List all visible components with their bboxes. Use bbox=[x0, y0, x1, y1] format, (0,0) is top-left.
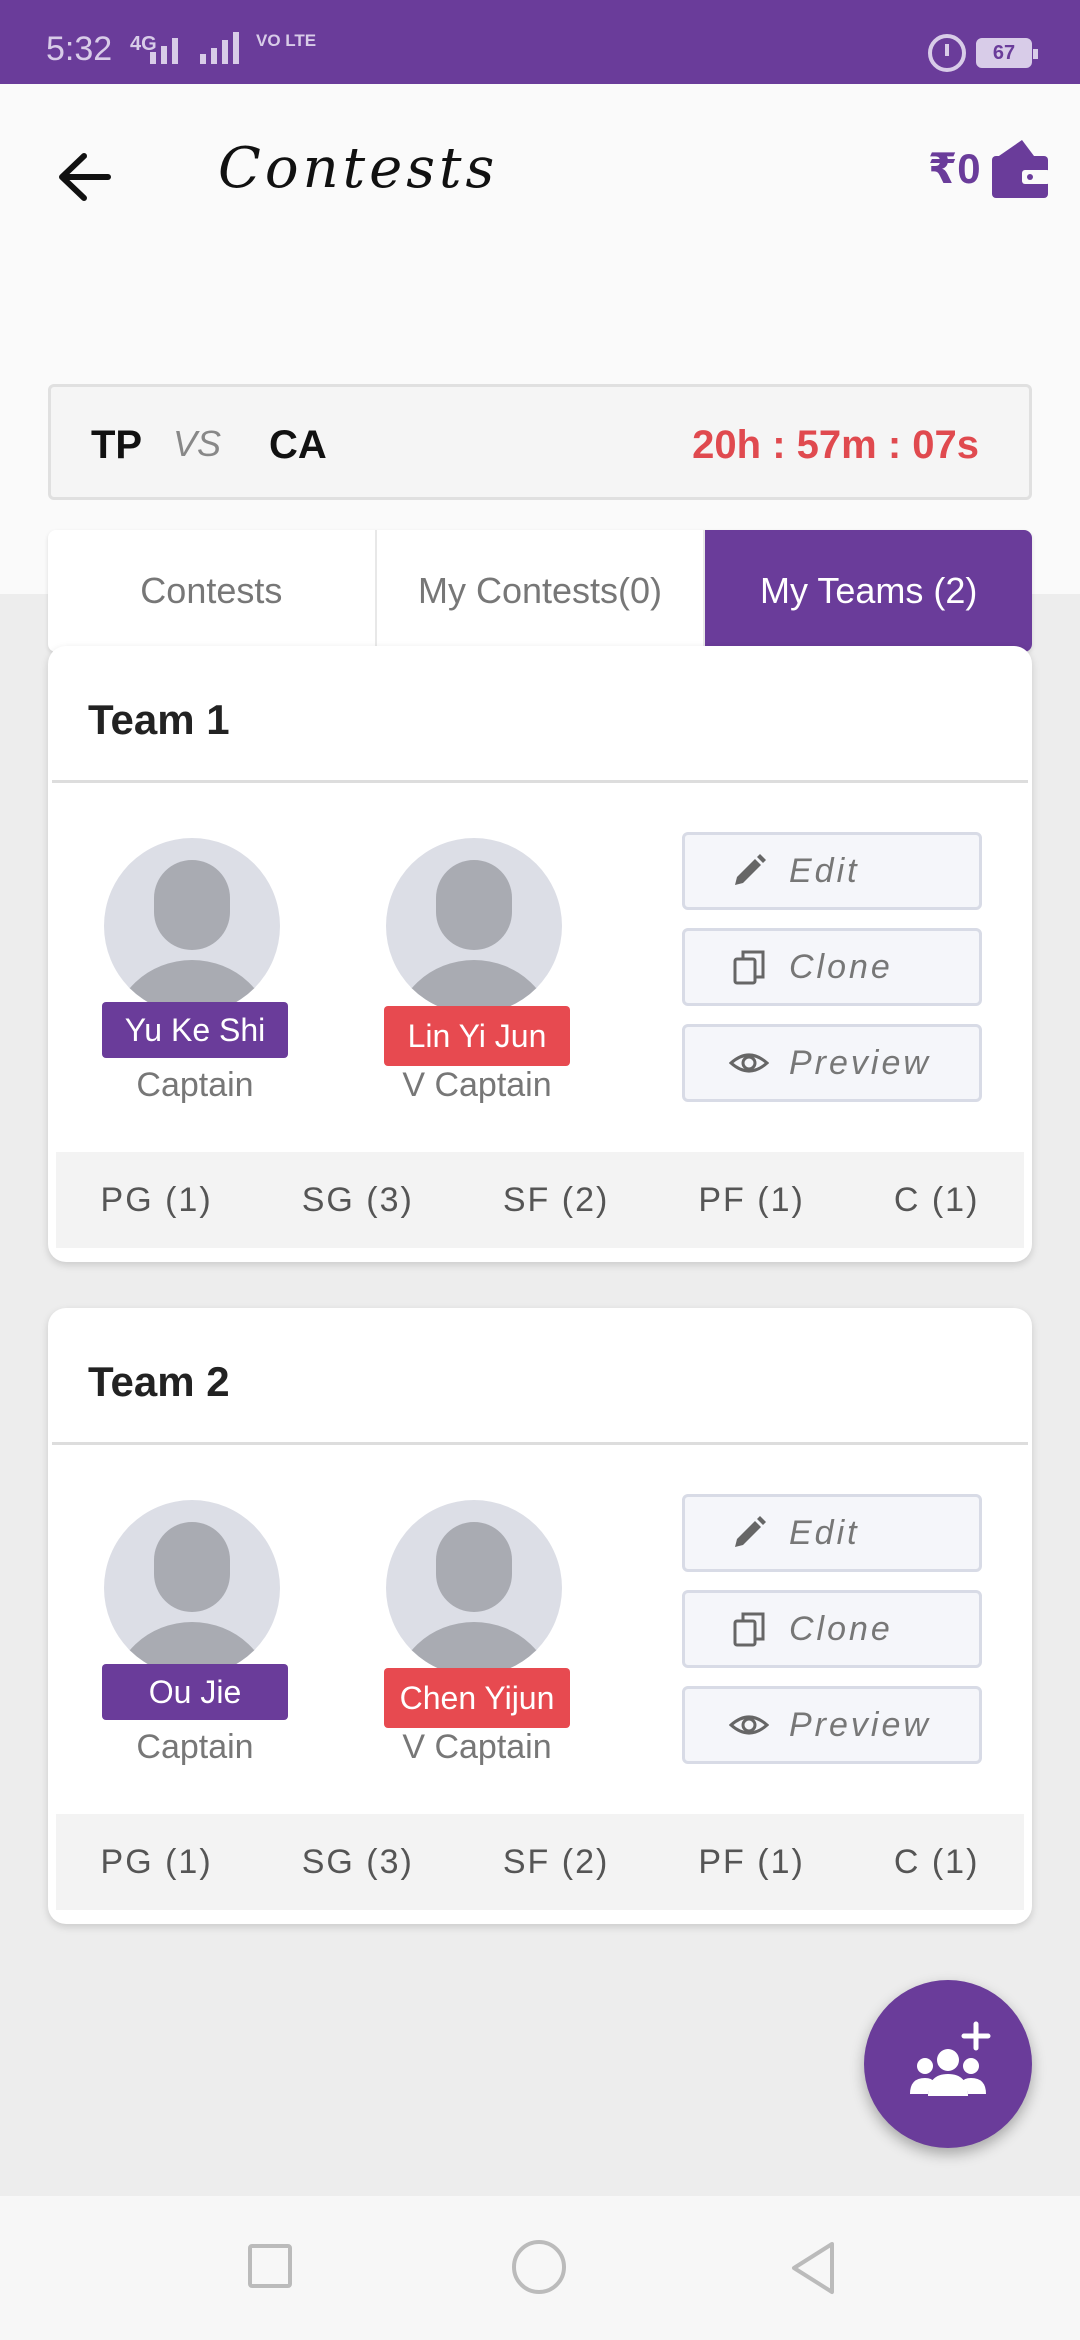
wallet-icon[interactable] bbox=[988, 136, 1052, 200]
vice-captain-role: V Captain bbox=[402, 1066, 552, 1104]
vice-captain-slot: Lin Yi Jun V Captain bbox=[334, 838, 574, 1108]
captain-name: Ou Jie bbox=[102, 1664, 288, 1720]
battery-icon: 67 bbox=[976, 38, 1038, 68]
edit-label: Edit bbox=[789, 1513, 860, 1552]
vice-captain-slot: Chen Yijun V Captain bbox=[334, 1500, 574, 1770]
alarm-icon bbox=[928, 34, 966, 72]
clone-label: Clone bbox=[789, 1609, 893, 1648]
team-b-label: CA bbox=[269, 423, 327, 467]
tab-bar: Contests My Contests(0) My Teams (2) bbox=[48, 530, 1032, 652]
clone-button[interactable]: Clone bbox=[682, 928, 982, 1006]
vice-captain-name: Chen Yijun bbox=[384, 1668, 570, 1728]
system-nav-bar bbox=[0, 2196, 1080, 2340]
home-button[interactable] bbox=[512, 2240, 566, 2294]
captain-role: Captain bbox=[136, 1066, 254, 1104]
page-title: Contests bbox=[218, 136, 499, 201]
preview-button[interactable]: Preview bbox=[682, 1024, 982, 1102]
vice-captain-role: V Captain bbox=[402, 1728, 552, 1766]
position-count: PF (1) bbox=[698, 1842, 805, 1881]
edit-button[interactable]: Edit bbox=[682, 832, 982, 910]
captain-name: Yu Ke Shi bbox=[102, 1002, 288, 1058]
pencil-icon bbox=[729, 1513, 769, 1553]
edit-button[interactable]: Edit bbox=[682, 1494, 982, 1572]
edit-label: Edit bbox=[789, 851, 860, 890]
position-count: C (1) bbox=[893, 1180, 980, 1219]
header: Contests ₹0 TP VS CA 20h : 57m : 07s Con… bbox=[0, 84, 1080, 652]
position-count: SG (3) bbox=[301, 1180, 414, 1219]
vice-captain-name: Lin Yi Jun bbox=[384, 1006, 570, 1066]
back-arrow-icon[interactable] bbox=[50, 142, 120, 212]
avatar-placeholder-icon bbox=[104, 838, 280, 1014]
preview-label: Preview bbox=[789, 1705, 931, 1744]
position-count: SF (2) bbox=[502, 1842, 610, 1881]
team-a-label: TP bbox=[91, 423, 143, 467]
team-card: Team 1 Yu Ke Shi Captain Lin Yi Jun V Ca… bbox=[48, 646, 1032, 1262]
signal-strength-icon bbox=[150, 30, 178, 64]
preview-button[interactable]: Preview bbox=[682, 1686, 982, 1764]
position-count: C (1) bbox=[893, 1842, 980, 1881]
position-count: PG (1) bbox=[100, 1180, 213, 1219]
captain-slot: Ou Jie Captain bbox=[52, 1500, 292, 1770]
signal-strength-icon-2 bbox=[200, 30, 239, 64]
avatar-placeholder-icon bbox=[104, 1500, 280, 1676]
avatar-placeholder-icon bbox=[386, 838, 562, 1014]
position-count: SG (3) bbox=[301, 1842, 414, 1881]
captain-slot: Yu Ke Shi Captain bbox=[52, 838, 292, 1108]
recent-apps-button[interactable] bbox=[248, 2244, 292, 2288]
tab-my-contests[interactable]: My Contests(0) bbox=[377, 530, 706, 652]
copy-icon bbox=[729, 1609, 769, 1649]
position-summary: PG (1) SG (3) SF (2) PF (1) C (1) bbox=[56, 1152, 1024, 1248]
position-count: PG (1) bbox=[100, 1842, 213, 1881]
clone-label: Clone bbox=[789, 947, 893, 986]
status-time: 5:32 bbox=[46, 30, 113, 68]
match-info-box: TP VS CA 20h : 57m : 07s bbox=[48, 384, 1032, 500]
team-name: Team 2 bbox=[88, 1358, 230, 1405]
eye-icon bbox=[729, 1705, 769, 1745]
team-name: Team 1 bbox=[88, 696, 230, 743]
team-card: Team 2 Ou Jie Captain Chen Yijun V Capta… bbox=[48, 1308, 1032, 1924]
position-count: SF (2) bbox=[502, 1180, 610, 1219]
status-bar: 5:32 4G VO LTE 67 bbox=[0, 0, 1080, 84]
position-summary: PG (1) SG (3) SF (2) PF (1) C (1) bbox=[56, 1814, 1024, 1910]
clone-button[interactable]: Clone bbox=[682, 1590, 982, 1668]
position-count: PF (1) bbox=[698, 1180, 805, 1219]
add-group-icon bbox=[910, 2021, 991, 2096]
eye-icon bbox=[729, 1043, 769, 1083]
card-divider bbox=[52, 780, 1028, 783]
nav-back-icon[interactable] bbox=[784, 2238, 844, 2298]
preview-label: Preview bbox=[789, 1043, 931, 1082]
wallet-balance[interactable]: ₹0 bbox=[928, 144, 981, 193]
create-team-fab[interactable] bbox=[864, 1980, 1032, 2148]
copy-icon bbox=[729, 947, 769, 987]
card-divider bbox=[52, 1442, 1028, 1445]
countdown-timer: 20h : 57m : 07s bbox=[692, 423, 979, 467]
volte-indicator: VO LTE bbox=[256, 31, 317, 50]
captain-role: Captain bbox=[136, 1728, 254, 1766]
vs-label: VS bbox=[173, 423, 222, 464]
tab-my-teams[interactable]: My Teams (2) bbox=[705, 530, 1032, 652]
tab-contests[interactable]: Contests bbox=[48, 530, 377, 652]
avatar-placeholder-icon bbox=[386, 1500, 562, 1676]
pencil-icon bbox=[729, 851, 769, 891]
